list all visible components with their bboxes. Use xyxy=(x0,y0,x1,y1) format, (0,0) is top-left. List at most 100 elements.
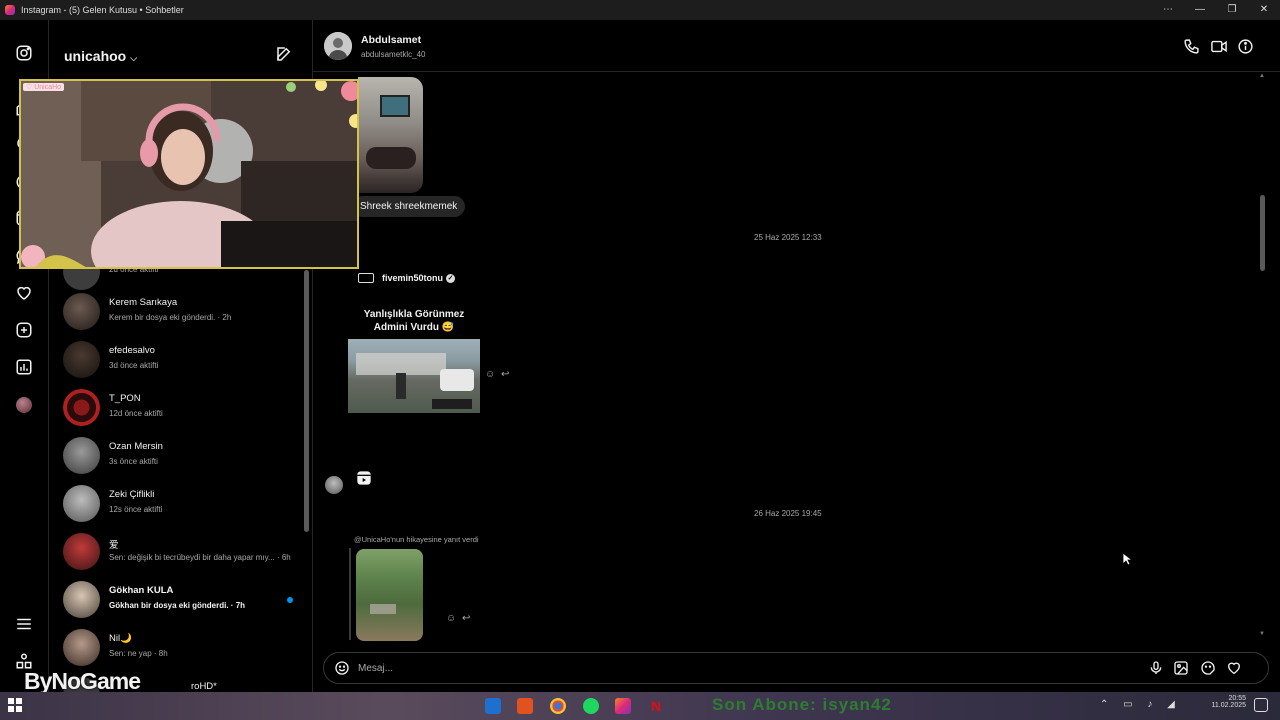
outlook-icon[interactable] xyxy=(485,698,501,714)
conversation-name: 爱 xyxy=(109,540,119,551)
microphone-icon[interactable] xyxy=(1148,660,1164,681)
conversation-status: Sen: değişik bi tecrübeydi bir daha yapa… xyxy=(109,553,291,562)
netflix-icon[interactable]: N xyxy=(648,698,664,714)
insights-icon[interactable] xyxy=(12,355,36,379)
conversation-status: 12d önce aktifti xyxy=(109,409,163,418)
menu-icon[interactable] xyxy=(12,612,36,636)
conversation-status: Sen: ne yap · 8h xyxy=(109,649,168,658)
conversation-item[interactable]: Nil🌙 Sen: ne yap · 8h xyxy=(63,624,299,670)
shared-post[interactable]: Yanlışlıkla Görünmez Admini Vurdu 😅 xyxy=(348,305,480,415)
conversation-item[interactable]: Gökhan KULA Gökhan bir dosya eki gönderd… xyxy=(63,576,299,622)
react-emoji-icon[interactable]: ☺ xyxy=(485,369,495,380)
shared-post-header[interactable]: fivemin50tonu ✓ xyxy=(358,271,456,285)
post-thumbnail xyxy=(348,339,480,413)
avatar xyxy=(63,341,100,378)
conversation-item[interactable]: Zeki Çiflikli 12s önce aktifti xyxy=(63,480,299,526)
scroll-down-arrow[interactable]: ▼ xyxy=(1259,631,1265,637)
video-call-icon[interactable] xyxy=(1210,38,1228,60)
story-reply-label: @UnicaHo'nun hikayesine yanıt verdi xyxy=(354,535,479,544)
conversation-status: 3s önce aktifti xyxy=(109,457,158,466)
chrome-icon[interactable] xyxy=(550,698,566,714)
avatar xyxy=(63,293,100,330)
shared-account-name: fivemin50tonu xyxy=(382,273,444,283)
mouse-cursor xyxy=(1122,552,1134,571)
conversation-item[interactable]: efedesalvo 3d önce aktifti xyxy=(63,336,299,382)
emoji-icon[interactable] xyxy=(334,660,350,681)
webcam-overlay: ♡ UnicaHo xyxy=(19,79,359,269)
heart-icon[interactable] xyxy=(1226,660,1242,681)
heart-icon[interactable] xyxy=(12,281,36,305)
more-options-button[interactable]: ⋯ xyxy=(1152,0,1184,20)
restore-button[interactable]: ❐ xyxy=(1216,0,1248,20)
clock[interactable]: 20:55 11.02.2025 xyxy=(1206,695,1246,709)
reels-icon[interactable] xyxy=(356,470,372,491)
conversation-item[interactable]: Ozan Mersin 3s önce aktifti xyxy=(63,432,299,478)
account-switcher[interactable]: unicahoo ⌵ xyxy=(64,48,137,64)
avatar xyxy=(63,533,100,570)
verified-badge-icon: ✓ xyxy=(446,273,456,283)
title-bar: Instagram - (5) Gelen Kutusu • Sohbetler… xyxy=(0,0,1280,20)
spotify-icon[interactable] xyxy=(583,698,599,714)
conversation-item[interactable]: Kerem Sarıkaya Kerem bir dosya eki gönde… xyxy=(63,288,299,334)
instagram-taskbar-icon[interactable] xyxy=(615,698,631,714)
contact-avatar[interactable] xyxy=(324,32,352,60)
avatar xyxy=(63,485,100,522)
instagram-icon[interactable] xyxy=(12,41,36,65)
message-thread: Shreek shreekmemek 25 Haz 2025 12:33 fiv… xyxy=(313,73,1280,643)
conversation-status: 12s önce aktifti xyxy=(109,505,163,514)
avatar xyxy=(63,581,100,618)
conversation-name: Kerem Sarıkaya xyxy=(109,297,178,308)
info-icon[interactable] xyxy=(1237,38,1254,60)
message-input[interactable] xyxy=(358,659,1118,677)
chevron-down-icon: ⌵ xyxy=(130,53,138,63)
chat-panel: Abdulsamet abdulsametklc_40 Shreek shree… xyxy=(313,20,1280,692)
react-emoji-icon[interactable]: ☺ xyxy=(446,613,456,624)
conversation-item[interactable]: T_PON 12d önce aktifti xyxy=(63,384,299,430)
watermark: ByNoGame xyxy=(24,668,141,694)
close-button[interactable]: ✕ xyxy=(1248,0,1280,20)
avatar xyxy=(63,629,100,666)
conversation-name: Nil🌙 xyxy=(109,633,132,644)
story-reply-bar xyxy=(349,548,351,640)
avatar xyxy=(63,389,100,426)
window-title: Instagram - (5) Gelen Kutusu • Sohbetler xyxy=(21,5,184,15)
conversation-name: efedesalvo xyxy=(109,345,155,356)
timestamp: 26 Haz 2025 19:45 xyxy=(754,509,822,518)
conversation-name: roHD* xyxy=(191,681,217,692)
contact-name[interactable]: Abdulsamet xyxy=(361,34,421,46)
sender-avatar xyxy=(325,476,343,494)
conversation-name: T_PON xyxy=(109,393,141,404)
tray-icons[interactable]: ⌃ ▭ ♪ ◢ xyxy=(1100,699,1181,710)
message-bubble[interactable]: Shreek shreekmemek xyxy=(352,196,466,217)
reply-icon[interactable]: ↩ xyxy=(462,613,470,624)
image-icon[interactable] xyxy=(1173,660,1189,681)
chat-header: Abdulsamet abdulsametklc_40 xyxy=(313,20,1280,72)
story-thumbnail[interactable] xyxy=(356,549,423,641)
conversation-name: Ozan Mersin xyxy=(109,441,163,452)
post-title-line2: Admini Vurdu 😅 xyxy=(373,322,455,333)
windows-start-icon[interactable] xyxy=(8,698,24,714)
clock-date: 11.02.2025 xyxy=(1211,702,1246,709)
reply-icon[interactable]: ↩ xyxy=(501,369,509,380)
clock-time: 20:55 xyxy=(1228,695,1246,702)
phone-icon[interactable] xyxy=(1183,38,1200,60)
brave-icon[interactable] xyxy=(517,698,533,714)
contact-handle: abdulsametklc_40 xyxy=(361,50,426,59)
compose-icon[interactable] xyxy=(275,45,293,68)
account-logo-icon xyxy=(358,273,374,283)
sidebar-scroll-thumb[interactable] xyxy=(304,270,309,532)
instagram-app-icon xyxy=(5,5,15,15)
conversation-status: 3d önce aktifti xyxy=(109,361,159,370)
notification-icon[interactable] xyxy=(1254,698,1268,712)
stream-overlay-text: Son Abone: isyan42 xyxy=(712,695,892,714)
scroll-up-arrow[interactable]: ▲ xyxy=(1259,73,1265,79)
chat-scroll-thumb[interactable] xyxy=(1260,195,1265,271)
minimize-button[interactable]: — xyxy=(1184,0,1216,20)
avatar xyxy=(63,437,100,474)
conversation-item[interactable]: 爱 Sen: değişik bi tecrübeydi bir daha ya… xyxy=(63,528,299,574)
create-icon[interactable] xyxy=(12,318,36,342)
sticker-icon[interactable] xyxy=(1200,660,1216,681)
conversation-status: Gökhan bir dosya eki gönderdi. · 7h xyxy=(109,601,246,610)
shared-image[interactable] xyxy=(358,77,423,193)
profile-avatar[interactable] xyxy=(12,393,36,417)
